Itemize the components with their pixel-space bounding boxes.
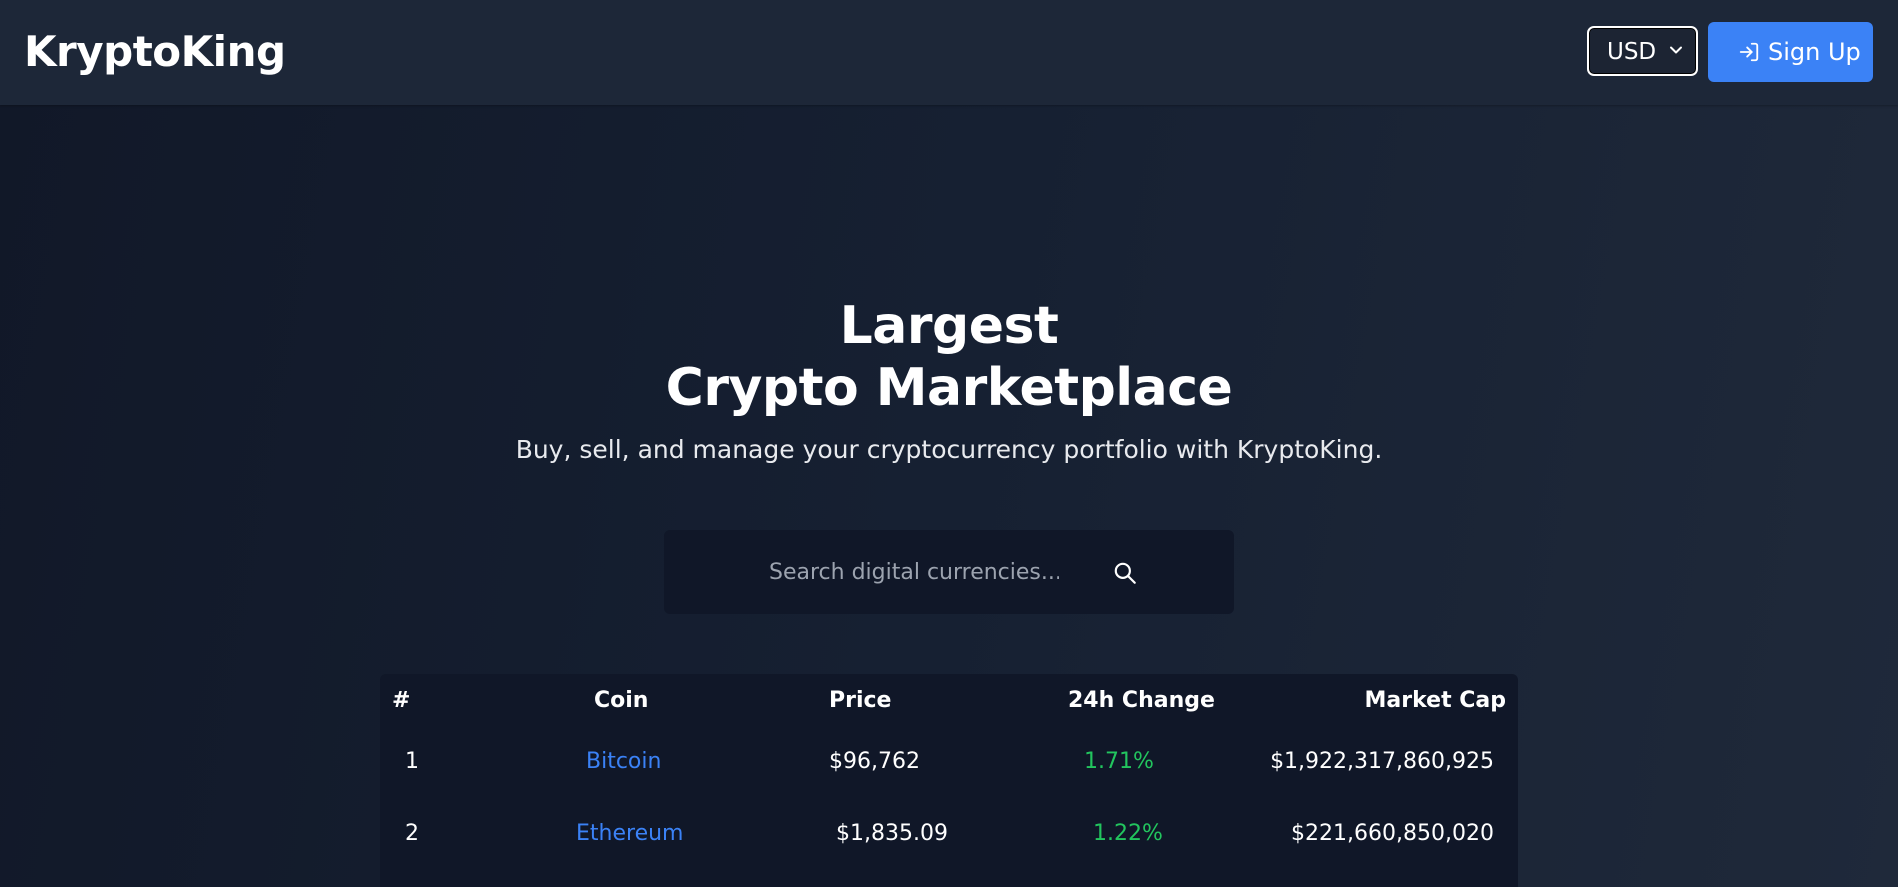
search-input[interactable] (769, 552, 1059, 592)
search-box (664, 530, 1234, 614)
row-price: $1,835.09 (836, 821, 948, 846)
coin-link[interactable]: Ethereum (576, 819, 683, 849)
header-rank: # (392, 688, 411, 713)
chevron-down-icon (1670, 46, 1682, 54)
header-price: Price (829, 688, 892, 713)
hero-title-line-2: Crypto Marketplace (665, 358, 1233, 418)
row-24h-change: 1.22% (1093, 821, 1163, 846)
hero-title: Largest Crypto Marketplace (549, 295, 1349, 419)
hero-subtitle: Buy, sell, and manage your cryptocurrenc… (515, 435, 1383, 464)
login-icon (1739, 42, 1759, 62)
currency-select-value: USD (1607, 39, 1657, 65)
search-icon[interactable] (1112, 560, 1138, 586)
currency-select[interactable]: USD (1587, 26, 1698, 76)
row-rank: 2 (405, 821, 419, 846)
header-market-cap: Market Cap (1364, 688, 1506, 713)
row-market-cap: $1,922,317,860,925 (1270, 749, 1494, 774)
logo[interactable]: KryptoKing (24, 24, 286, 80)
row-price: $96,762 (829, 749, 920, 774)
row-market-cap: $221,660,850,020 (1291, 821, 1494, 846)
sign-up-label: Sign Up (1768, 38, 1861, 66)
row-24h-change: 1.71% (1084, 749, 1154, 774)
sign-up-button[interactable]: Sign Up (1708, 22, 1873, 82)
row-rank: 1 (405, 749, 419, 774)
navbar: KryptoKing USD Sign Up (0, 0, 1898, 105)
coin-table: # Coin Price 24h Change Market Cap 1 Bit… (380, 674, 1518, 887)
header-coin: Coin (594, 688, 649, 713)
hero-title-line-1: Largest (839, 296, 1059, 356)
coin-link[interactable]: Bitcoin (586, 747, 661, 777)
header-24h-change: 24h Change (1068, 688, 1215, 713)
